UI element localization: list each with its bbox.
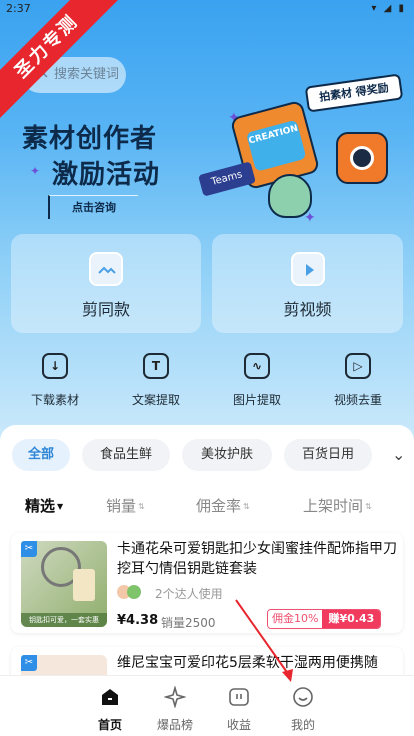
tool-video-dedupe[interactable]: ▷ 视频去重 <box>318 353 398 408</box>
sort-sales[interactable]: 销量 ⇅ <box>106 495 145 516</box>
caret-down-icon: ▼ <box>57 502 64 511</box>
card-label: 剪视频 <box>283 300 332 319</box>
sort-featured[interactable]: 精选 ▼ <box>25 495 63 516</box>
sort-label: 佣金率 <box>196 497 242 515</box>
commission-rate: 佣金10% <box>268 610 323 628</box>
sort-bar: 精选 ▼ 销量 ⇅ 佣金率 ⇅ 上架时间 ⇅ <box>0 495 414 519</box>
scissors-icon[interactable]: ✂ <box>21 541 37 557</box>
creator-count: 2个达人使用 <box>155 587 223 601</box>
hero-banner[interactable]: 2:37 ▾ ◢ ▮ 搜索关键词 素材创作者 激励活动 ✦ 点击咨询 拍素材 得… <box>0 0 414 440</box>
tab-label: 首页 <box>97 718 122 732</box>
tool-label: 下载素材 <box>30 393 79 407</box>
product-panel: 全部 食品生鲜 美妆护肤 百货日用 ⌄ 精选 ▼ 销量 ⇅ 佣金率 ⇅ 上架时间 ⇅ ✂… <box>0 425 414 695</box>
sort-arrows-icon: ⇅ <box>243 502 250 511</box>
card-template-edit[interactable]: 剪同款 <box>11 234 201 333</box>
tab-hot-list[interactable]: 爆品榜 <box>140 685 210 733</box>
tab-label: 我的 <box>290 718 315 732</box>
sort-commission-rate[interactable]: 佣金率 ⇅ <box>196 495 250 516</box>
banner-tagline: 拍素材 得奖励 <box>304 73 404 113</box>
sort-arrows-icon: ⇅ <box>138 502 145 511</box>
earn-amount: 赚¥0.43 <box>322 610 381 628</box>
commission-badge[interactable]: 佣金10% 赚¥0.43 <box>267 609 382 629</box>
product-title: 卡通花朵可爱钥匙扣少女闺蜜挂件配饰指甲刀挖耳勺情侣钥匙链套装 <box>117 541 397 577</box>
download-icon: ↓ <box>42 353 68 379</box>
chevron-down-icon[interactable]: ⌄ <box>392 445 405 464</box>
sparkle-icon <box>163 685 187 709</box>
text-extract-icon: T <box>143 353 169 379</box>
card-video-edit[interactable]: 剪视频 <box>212 234 403 333</box>
avatar <box>127 585 141 599</box>
camera-lens <box>350 146 374 170</box>
tool-download-material[interactable]: ↓ 下载素材 <box>15 353 95 408</box>
video-dedupe-icon: ▷ <box>345 353 371 379</box>
bottom-tab-bar: 首页 爆品榜 收益 我的 <box>0 675 414 736</box>
creation-label: CREATION <box>245 119 307 172</box>
sort-label: 上架时间 <box>303 497 364 515</box>
tab-home[interactable]: 首页 <box>75 686 145 733</box>
category-chip-all[interactable]: 全部 <box>12 439 70 471</box>
image-extract-icon: ∿ <box>244 353 270 379</box>
search-placeholder: 搜索关键词 <box>54 67 120 82</box>
product-title: 维尼宝宝可爱印花5层柔软干湿两用便携随 <box>117 655 378 671</box>
product-card[interactable]: ✂ 钥匙扣可爱，一套实惠 卡通花朵可爱钥匙扣少女闺蜜挂件配饰指甲刀挖耳勺情侣钥匙… <box>11 533 403 633</box>
category-chip-food[interactable]: 食品生鲜 <box>82 439 170 471</box>
tool-label: 图片提取 <box>232 393 281 407</box>
category-chips: 全部 食品生鲜 美妆护肤 百货日用 ⌄ <box>12 439 412 471</box>
banner-title-line2: 激励活动 <box>52 160 161 190</box>
sparkle-decoration: ✦ <box>30 164 41 178</box>
camera-mascot-illustration <box>336 132 388 184</box>
card-label: 剪同款 <box>81 300 130 319</box>
tab-label: 收益 <box>226 718 251 732</box>
tool-image-extract[interactable]: ∿ 图片提取 <box>217 353 297 408</box>
video-play-icon <box>290 252 325 286</box>
tab-profile[interactable]: 我的 <box>268 686 338 733</box>
sort-listing-time[interactable]: 上架时间 ⇅ <box>303 495 372 516</box>
image-caption: 钥匙扣可爱，一套实惠 <box>21 613 107 627</box>
earnings-icon <box>228 686 250 708</box>
creator-avatars <box>117 585 147 599</box>
home-icon <box>99 686 121 708</box>
category-chip-beauty[interactable]: 美妆护肤 <box>182 439 272 471</box>
product-sales: 销量2500 <box>161 616 216 630</box>
tool-label: 视频去重 <box>333 393 382 407</box>
star-decoration: ✦ <box>304 210 316 226</box>
tab-label: 爆品榜 <box>156 718 193 732</box>
tab-earnings[interactable]: 收益 <box>204 686 274 733</box>
profile-icon <box>292 686 314 708</box>
consult-button[interactable]: 点击咨询 <box>48 195 138 219</box>
template-icon <box>89 252 123 286</box>
sort-arrows-icon: ⇅ <box>365 502 372 511</box>
status-time: 2:37 <box>6 2 31 15</box>
scissors-icon[interactable]: ✂ <box>21 655 37 671</box>
product-price: ¥4.38 <box>117 613 159 628</box>
tool-text-extract[interactable]: T 文案提取 <box>116 353 196 408</box>
status-icons: ▾ ◢ ▮ <box>371 3 406 14</box>
bag-illustration <box>73 569 95 601</box>
sort-label: 精选 <box>25 497 56 515</box>
category-chip-daily[interactable]: 百货日用 <box>284 439 372 471</box>
banner-title-line1: 素材创作者 <box>22 124 158 154</box>
sort-label: 销量 <box>106 497 137 515</box>
teams-tag: Teams <box>198 161 256 197</box>
tool-label: 文案提取 <box>131 393 180 407</box>
